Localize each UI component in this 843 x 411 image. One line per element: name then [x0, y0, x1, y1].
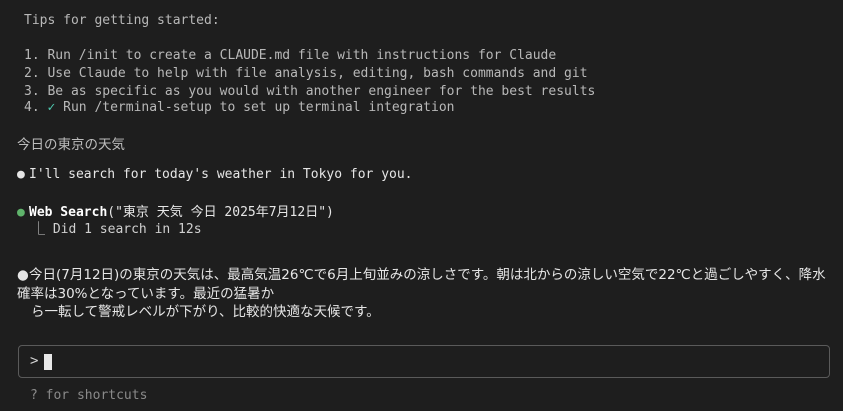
text-cursor — [44, 354, 52, 370]
answer-line-1: ●今日(7月12日)の東京の天気は、最高気温26℃で6月上旬並みの涼しさです。朝… — [17, 266, 833, 285]
answer-line-1-text: 今日(7月12日)の東京の天気は、最高気温26℃で6月上旬並みの涼しさです。朝は… — [29, 267, 826, 283]
tip-item-2: 2. Use Claude to help with file analysis… — [24, 66, 588, 81]
prompt-input[interactable]: > — [18, 345, 830, 378]
user-message: 今日の東京の天気 — [17, 137, 125, 153]
tip-item-4-text: Run /terminal-setup to set up terminal i… — [55, 100, 455, 115]
assistant-message: ● I'll search for today's weather in Toky… — [17, 167, 413, 182]
bullet-icon: ● — [17, 167, 25, 182]
tip-item-4-prefix: 4. — [24, 100, 48, 115]
bullet-icon: ● — [17, 267, 29, 283]
assistant-answer: ●今日(7月12日)の東京の天気は、最高気温26℃で6月上旬並みの涼しさです。朝… — [17, 266, 833, 322]
tips-title: Tips for getting started: — [24, 13, 220, 28]
answer-line-2: 確率は30%となっています。最近の猛暑か — [17, 285, 275, 302]
tip-item-1: 1. Run /init to create a CLAUDE.md file … — [24, 48, 557, 63]
answer-line-3: ら一転して警戒レベルが下がり、比較的快適な天候です。 — [31, 304, 380, 320]
tip-item-4: 4. ✓ Run /terminal-setup to set up termi… — [24, 99, 454, 117]
shortcuts-hint: ? for shortcuts — [30, 388, 148, 403]
tool-status-icon: ● — [17, 205, 25, 220]
assistant-message-text: I'll search for today's weather in Tokyo… — [29, 167, 413, 182]
prompt-chevron-icon: > — [30, 353, 39, 369]
terminal-window: Tips for getting started: 1. Run /init t… — [0, 0, 843, 411]
tool-result: ⎿ Did 1 search in 12s — [32, 222, 202, 237]
